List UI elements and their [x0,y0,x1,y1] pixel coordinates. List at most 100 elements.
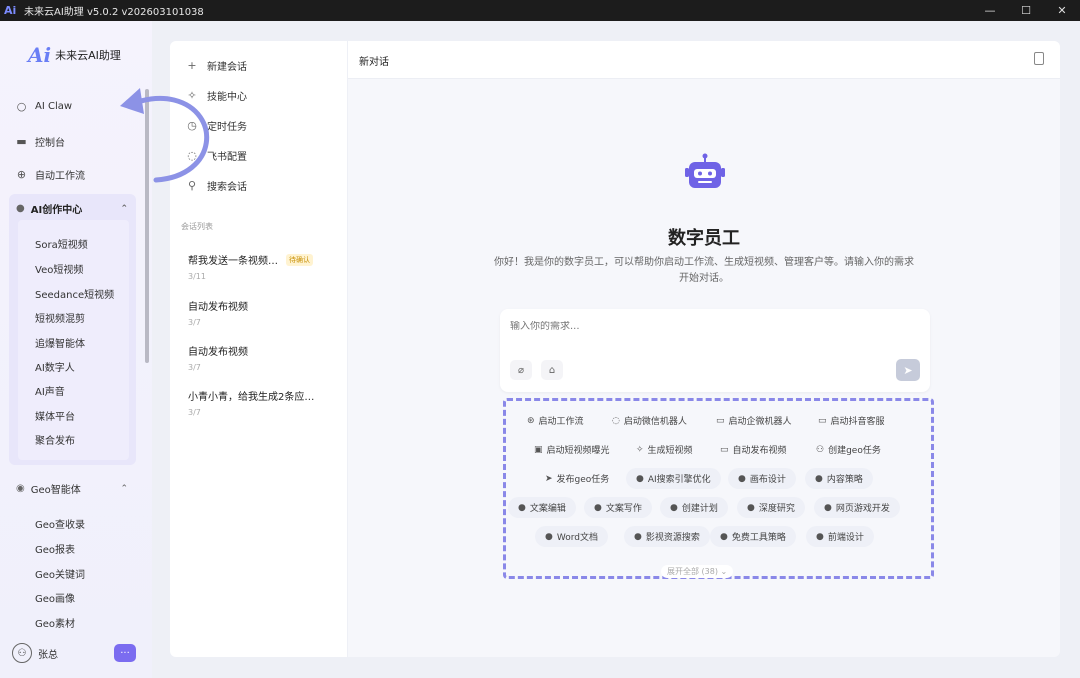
pin-icon: ● [518,502,526,513]
sidebar-item-ai-claw[interactable]: ○ AI Claw [16,100,72,113]
attach-button[interactable]: ⌀ [510,360,532,380]
pin-icon: ● [720,531,728,542]
sidebar-subitem[interactable]: Geo报表 [35,541,75,556]
chip-label: 画布设计 [749,475,786,485]
chip-label: 网页游戏开发 [835,504,890,514]
chip-web-game[interactable]: ● 网页游戏开发 [814,497,900,518]
session-item[interactable]: 小青小青，给我生成2条应… 3/7 [188,388,338,417]
session-item[interactable]: 自动发布视频 3/7 [188,298,338,327]
scheduled-tasks-button[interactable]: ◷ 定时任务 [186,118,247,133]
chip-free-tools[interactable]: ● 免费工具策略 [710,526,796,547]
sidebar-item-console[interactable]: ▬ 控制台 [16,134,65,149]
chip-video-exposure[interactable]: ▣ 启动短视频曝光 [524,439,620,460]
page-description: 你好！我是你的数字员工，可以帮助你启动工作流、生成短视频、管理客户等。请输入你的… [494,257,914,284]
chip-generate-video[interactable]: ✧ 生成短视频 [626,439,703,460]
chip-start-workflow[interactable]: ⊛ 启动工作流 [517,410,594,431]
sidebar-subitem[interactable]: AI数字人 [35,359,75,374]
chat-title: 新对话 [359,57,389,68]
sidebar-scrollbar[interactable] [145,89,149,363]
window-controls: — ☐ ✕ [972,0,1080,21]
chat-panel: 新对话 数字员工 你好！我是你的数字员工，可以帮助你启动工作流、生成短视频、管理… [348,41,1060,657]
sidebar-subitem[interactable]: Veo短视频 [35,261,83,276]
chip-label: 自动发布视频 [732,446,787,456]
action-label: 新建会话 [207,62,247,73]
chip-word-doc[interactable]: ● Word文档 [535,526,608,547]
session-date: 3/7 [188,363,201,372]
chip-frontend-design[interactable]: ● 前端设计 [806,526,874,547]
sidebar-subitem[interactable]: Geo素材 [35,615,75,630]
session-title: 自动发布视频 [188,302,248,313]
sidebar-subitem[interactable]: Geo关键词 [35,566,85,581]
monitor-icon: ▬ [16,135,27,148]
group-header-geo[interactable]: ◉ Geo智能体 ⌃ [16,481,128,496]
chip-label: 生成短视频 [647,446,693,456]
chat-input[interactable] [510,321,910,332]
chip-canvas-design[interactable]: ● 画布设计 [728,468,796,489]
new-session-button[interactable]: + 新建会话 [186,58,247,73]
close-button[interactable]: ✕ [1044,0,1080,21]
sidebar-subitem[interactable]: Sora短视频 [35,236,88,251]
video-icon: ▭ [720,444,729,455]
chip-wechat-bot[interactable]: ◌ 启动微信机器人 [602,410,697,431]
user-profile[interactable]: ⚇ 张总 [12,643,58,663]
sidebar-subitem[interactable]: Geo查收录 [35,516,85,531]
robot-icon [685,153,725,188]
pin-icon: ● [747,502,755,513]
session-date: 3/7 [188,318,201,327]
bag-icon: ⌂ [548,364,556,376]
brand-name: 未来云AI助理 [55,49,121,62]
action-label: 飞书配置 [207,152,247,163]
group-label: AI创作中心 [30,205,83,216]
send-icon: ➤ [903,363,913,377]
sidebar-item-label: 控制台 [35,138,65,149]
group-header-ai-creation[interactable]: ● AI创作中心 ⌃ [16,201,128,216]
chip-deep-research[interactable]: ● 深度研究 [737,497,805,518]
pin-icon: ● [816,531,824,542]
action-label: 定时任务 [207,122,247,133]
sidebar-item-workflow[interactable]: ⊕ 自动工作流 [16,167,85,182]
session-date: 3/7 [188,408,201,417]
chip-ai-seo[interactable]: ● AI搜索引擎优化 [626,468,721,489]
minimize-button[interactable]: — [972,0,1008,21]
sidebar-subitem[interactable]: 聚合发布 [35,432,75,447]
chip-label: 前端设计 [827,533,864,543]
chip-auto-publish[interactable]: ▭ 自动发布视频 [710,439,797,460]
bag-button[interactable]: ⌂ [541,360,563,380]
sidebar-subitem[interactable]: 追爆智能体 [35,335,85,350]
phone-icon[interactable] [1034,52,1044,65]
chat-icon: ▭ [716,415,725,426]
sidebar-subitem[interactable]: 媒体平台 [35,408,75,423]
chip-create-geo[interactable]: ⚇ 创建geo任务 [806,439,891,460]
chevron-up-icon: ⌃ [120,483,128,494]
chip-copy-write[interactable]: ● 文案写作 [584,497,652,518]
chip-film-search[interactable]: ● 影视资源搜索 [624,526,710,547]
session-title: 自动发布视频 [188,347,248,358]
chip-publish-geo[interactable]: ➤ 发布geo任务 [535,468,619,489]
sidebar-subitem[interactable]: Geo画像 [35,590,75,605]
skill-center-button[interactable]: ✧ 技能中心 [186,88,247,103]
chip-copy-edit[interactable]: ● 文案编辑 [508,497,576,518]
sidebar-subitem[interactable]: AI声音 [35,383,65,398]
chip-wecom-bot[interactable]: ▭ 启动企微机器人 [706,410,802,431]
session-list-label: 会话列表 [181,222,213,231]
pin-icon: ● [545,531,553,542]
chip-create-plan[interactable]: ● 创建计划 [660,497,728,518]
window-title: 未来云AI助理 v5.0.2 v202603101038 [24,7,204,18]
pin-icon: ● [594,502,602,513]
maximize-button[interactable]: ☐ [1008,0,1044,21]
chip-label: 深度研究 [758,504,795,514]
search-session-button[interactable]: ⚲ 搜索会话 [186,178,247,193]
session-title: 帮我发送一条视频… [188,256,278,267]
sidebar-subitem[interactable]: 短视频混剪 [35,310,85,325]
pin-icon: ● [738,473,746,484]
send-button[interactable]: ➤ [896,359,920,381]
session-item[interactable]: 帮我发送一条视频… 待确认 3/11 [188,252,338,281]
expand-all-button[interactable]: 展开全部 (38) ⌄ [661,565,734,578]
chip-douyin-service[interactable]: ▭ 启动抖音客服 [808,410,895,431]
more-button[interactable]: ··· [114,644,136,662]
chip-content-strategy[interactable]: ● 内容策略 [805,468,873,489]
sidebar-subitem[interactable]: Seedance短视频 [35,286,114,301]
session-item[interactable]: 自动发布视频 3/7 [188,343,338,372]
chip-label: 启动工作流 [538,417,584,427]
feishu-config-button[interactable]: ◌ 飞书配置 [186,148,247,163]
